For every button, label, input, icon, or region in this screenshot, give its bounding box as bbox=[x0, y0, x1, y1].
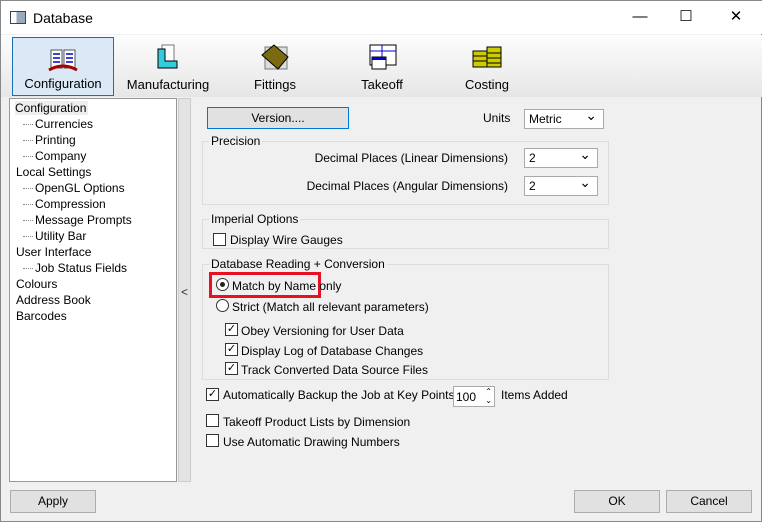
fitting-icon bbox=[259, 43, 291, 71]
ok-button[interactable]: OK bbox=[574, 490, 660, 513]
minimize-button[interactable]: — bbox=[617, 1, 663, 33]
auto-backup-label: Automatically Backup the Job at Key Poin… bbox=[223, 388, 465, 402]
tree-item[interactable]: Company bbox=[22, 149, 86, 163]
tab-manufacturing[interactable]: Manufacturing bbox=[116, 37, 220, 96]
auto-numbers-checkbox[interactable] bbox=[206, 434, 219, 447]
cancel-button[interactable]: Cancel bbox=[666, 490, 752, 513]
tree-item[interactable]: Configuration bbox=[15, 101, 89, 115]
units-label: Units bbox=[483, 111, 511, 125]
angular-decimal-select[interactable]: 2 bbox=[524, 173, 598, 196]
tree-item[interactable]: Utility Bar bbox=[22, 229, 86, 243]
collapse-splitter[interactable]: < bbox=[178, 98, 191, 482]
tab-takeoff[interactable]: Takeoff bbox=[330, 37, 434, 96]
spinner-arrows-icon[interactable]: ⌃ ⌄ bbox=[485, 387, 492, 405]
wire-gauges-label: Display Wire Gauges bbox=[230, 233, 343, 247]
tab-costing[interactable]: Costing bbox=[435, 37, 539, 96]
track-converted-label: Track Converted Data Source Files bbox=[241, 363, 428, 377]
tree-item[interactable]: OpenGL Options bbox=[23, 181, 125, 195]
coins-icon bbox=[471, 43, 503, 71]
close-button[interactable]: ✕ bbox=[713, 1, 759, 33]
obey-versioning-checkbox[interactable]: ✓ bbox=[225, 323, 238, 336]
book-icon bbox=[47, 44, 79, 72]
tree-item[interactable]: Compression bbox=[23, 197, 106, 211]
takeoff-lists-checkbox[interactable] bbox=[206, 414, 219, 427]
obey-versioning-label: Obey Versioning for User Data bbox=[241, 324, 404, 338]
tree-item[interactable]: Message Prompts bbox=[23, 213, 132, 227]
strict-label: Strict (Match all relevant parameters) bbox=[232, 300, 429, 314]
auto-numbers-label: Use Automatic Drawing Numbers bbox=[223, 435, 400, 449]
takeoff-icon bbox=[366, 43, 398, 71]
tree-item[interactable]: Printing bbox=[23, 133, 76, 147]
linear-label: Decimal Places (Linear Dimensions) bbox=[314, 151, 508, 165]
linear-decimal-select[interactable]: 2 bbox=[524, 145, 598, 168]
track-converted-checkbox[interactable]: ✓ bbox=[225, 362, 238, 375]
takeoff-lists-label: Takeoff Product Lists by Dimension bbox=[223, 415, 411, 429]
tree-item[interactable]: Currencies bbox=[22, 117, 93, 131]
apply-button[interactable]: Apply bbox=[10, 490, 96, 513]
tree-item[interactable]: Local Settings bbox=[16, 165, 91, 179]
strict-radio[interactable] bbox=[216, 299, 229, 312]
bracket-icon bbox=[152, 43, 184, 71]
display-log-checkbox[interactable]: ✓ bbox=[225, 343, 238, 356]
app-icon bbox=[10, 11, 26, 24]
tree-item[interactable]: Address Book bbox=[16, 293, 91, 307]
tab-fittings[interactable]: Fittings bbox=[223, 37, 327, 96]
wire-gauges-checkbox[interactable] bbox=[213, 233, 226, 246]
match-name-label: Match by Name only bbox=[232, 279, 342, 293]
items-added-label: Items Added bbox=[501, 388, 568, 402]
title-bar: Database — ☐ ✕ bbox=[1, 1, 762, 34]
auto-backup-checkbox[interactable]: ✓ bbox=[206, 388, 219, 401]
version-button[interactable]: Version.... bbox=[207, 107, 349, 129]
tree-item[interactable]: Barcodes bbox=[16, 309, 67, 323]
angular-label: Decimal Places (Angular Dimensions) bbox=[306, 179, 508, 193]
tree-item[interactable]: Job Status Fields bbox=[22, 261, 127, 275]
tree-item[interactable]: User Interface bbox=[16, 245, 91, 259]
tab-configuration[interactable]: Configuration bbox=[12, 37, 114, 96]
display-log-label: Display Log of Database Changes bbox=[241, 344, 424, 358]
maximize-button[interactable]: ☐ bbox=[663, 1, 709, 33]
tree-item[interactable]: Colours bbox=[16, 277, 57, 291]
backup-items-spinner[interactable]: 100 ⌃ ⌄ bbox=[453, 386, 495, 407]
units-select[interactable]: Metric bbox=[524, 106, 604, 129]
match-name-radio[interactable] bbox=[216, 278, 229, 291]
window-title: Database bbox=[33, 10, 93, 26]
settings-tree[interactable]: Configuration Currencies Printing Compan… bbox=[9, 98, 177, 482]
